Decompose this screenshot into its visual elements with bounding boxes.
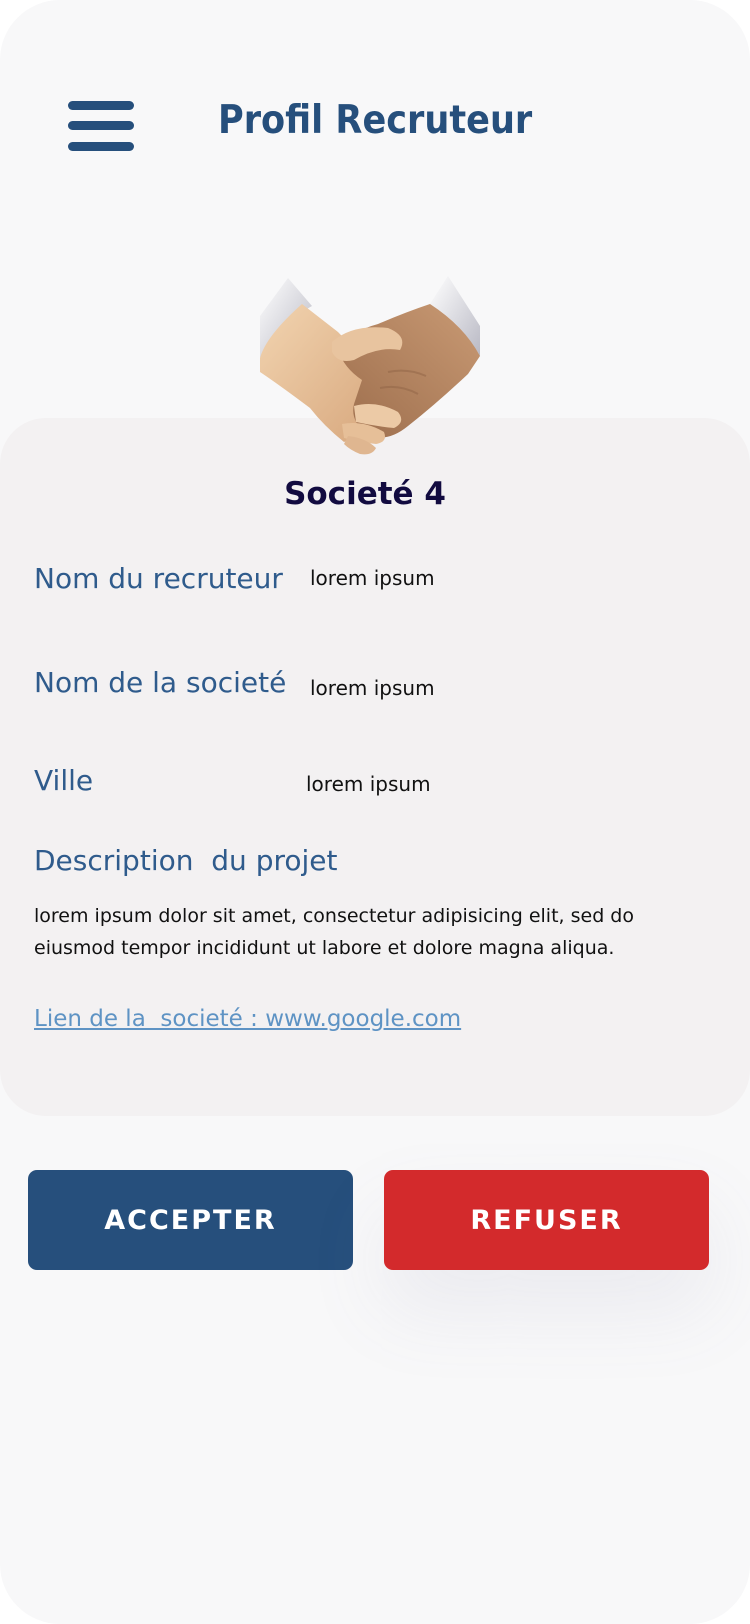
description-label: Description du projet (34, 844, 338, 877)
accept-button[interactable]: ACCEPTER (28, 1170, 353, 1270)
screen: Profil Recruteur Societé 4 Nom du recrut… (0, 0, 750, 1624)
company-link[interactable]: Lien de la societé : www.google.com (34, 1006, 461, 1032)
menu-bar (68, 142, 134, 151)
page-title: Profil Recruteur (218, 98, 533, 143)
company-name: Societé 4 (284, 476, 446, 512)
refuse-button[interactable]: REFUSER (384, 1170, 709, 1270)
city-value: lorem ipsum (306, 772, 431, 796)
menu-bar (68, 121, 134, 130)
description-text: lorem ipsum dolor sit amet, consectetur … (34, 905, 634, 959)
handshake-icon (260, 276, 480, 455)
company-name-label: Nom de la societé (34, 666, 287, 699)
recruiter-name-value: lorem ipsum (310, 566, 435, 590)
company-name-value: lorem ipsum (310, 676, 435, 700)
recruiter-name-label: Nom du recruteur (34, 562, 283, 595)
menu-bar (68, 101, 134, 110)
hamburger-menu-icon[interactable] (68, 101, 134, 153)
city-label: Ville (34, 764, 94, 797)
